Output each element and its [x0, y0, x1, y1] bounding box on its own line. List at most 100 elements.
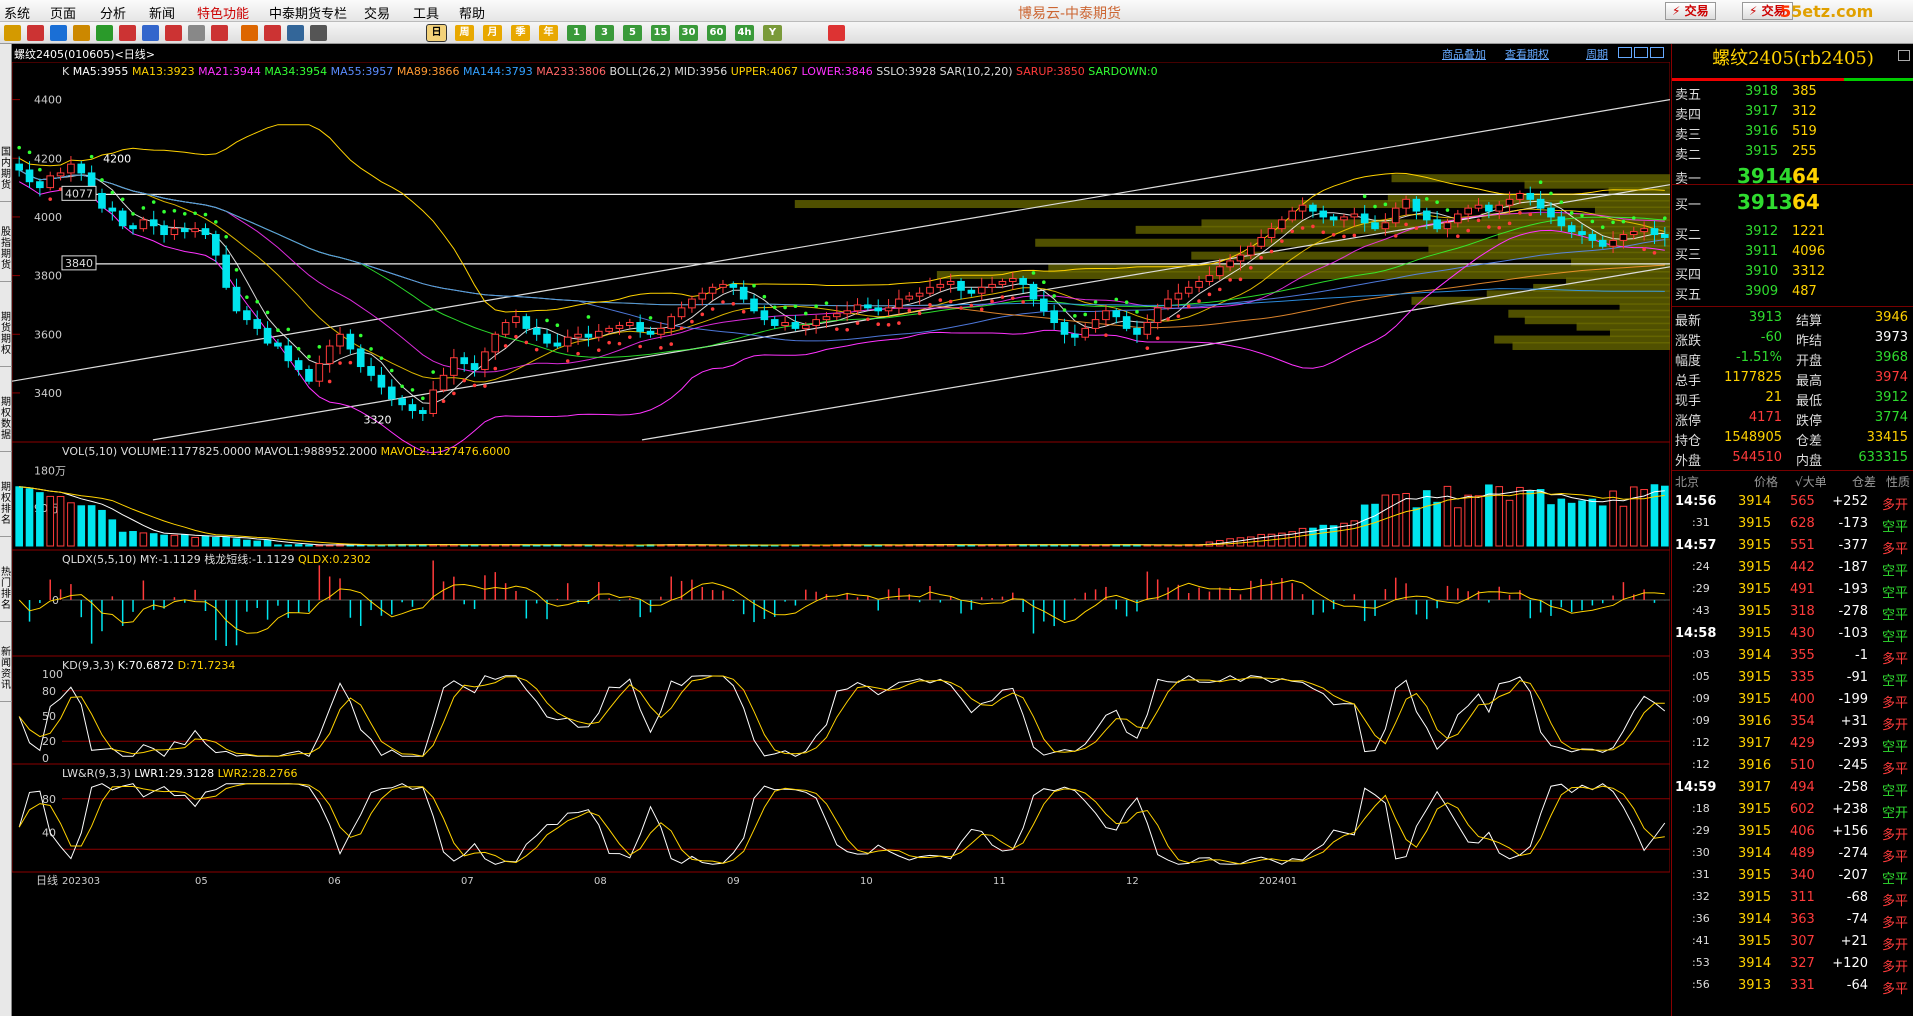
- tick-row[interactable]: :05 3915 335 -91 空平: [1672, 667, 1913, 689]
- ask-row[interactable]: 卖一 3914 64: [1672, 164, 1913, 188]
- tick-row[interactable]: 14:57 3915 551 -377 多平: [1672, 535, 1913, 557]
- period-button-日[interactable]: 日: [426, 24, 447, 42]
- view-options-link[interactable]: 查看期权: [1505, 46, 1549, 62]
- bid-row[interactable]: 买二 3912 1221: [1672, 222, 1913, 243]
- menu-tools[interactable]: 工具: [413, 3, 439, 22]
- side-tab-options-data[interactable]: 期权数据: [0, 394, 12, 452]
- tick-icon[interactable]: [310, 25, 327, 41]
- tick-row[interactable]: 14:59 3917 494 -258 空平: [1672, 777, 1913, 799]
- tick-row[interactable]: 14:56 3914 565 +252 多开: [1672, 491, 1913, 513]
- tick-row[interactable]: :09 3916 354 +31 多开: [1672, 711, 1913, 733]
- tick-row[interactable]: :29 3915 406 +156 多开: [1672, 821, 1913, 843]
- volume-bar: [1661, 485, 1669, 547]
- candle: [750, 298, 758, 312]
- side-tab-futures-options[interactable]: 期货期权: [0, 309, 12, 367]
- tick-row[interactable]: :09 3915 400 -199 多平: [1672, 689, 1913, 711]
- bid-row[interactable]: 买一 3913 64: [1672, 190, 1913, 214]
- menu-trade[interactable]: 交易: [364, 3, 390, 22]
- price-tag-label: 3840: [65, 257, 93, 270]
- tick-row[interactable]: :36 3914 363 -74 多平: [1672, 909, 1913, 931]
- split-icon[interactable]: [1634, 47, 1648, 58]
- tick-time: 14:56: [1675, 494, 1717, 509]
- period-button-1[interactable]: 1: [567, 25, 586, 41]
- side-tab-hot-ranking[interactable]: 热门排名: [0, 564, 12, 622]
- period-button-月[interactable]: 月: [483, 25, 502, 41]
- tick-row[interactable]: :12 3916 510 -245 多平: [1672, 755, 1913, 777]
- ask-row[interactable]: 卖五 3918 385: [1672, 82, 1913, 103]
- ask-row[interactable]: 卖四 3917 312: [1672, 102, 1913, 123]
- paint-icon[interactable]: [188, 25, 205, 41]
- period-button-30[interactable]: 30: [679, 25, 698, 41]
- menu-help[interactable]: 帮助: [459, 3, 485, 22]
- calendar-icon[interactable]: [828, 25, 845, 41]
- ask-row[interactable]: 卖三 3916 519: [1672, 122, 1913, 143]
- period-link[interactable]: 周期: [1586, 46, 1608, 62]
- candle: [470, 363, 479, 370]
- side-tab-news[interactable]: 新闻资讯: [0, 644, 12, 702]
- grid-icon[interactable]: [241, 25, 258, 41]
- bid-row[interactable]: 买四 3910 3312: [1672, 262, 1913, 283]
- period-button-60[interactable]: 60: [707, 25, 726, 41]
- tick-row[interactable]: :56 3913 331 -64 多平: [1672, 975, 1913, 997]
- menu-features[interactable]: 特色功能: [197, 3, 249, 22]
- period-button-15[interactable]: 15: [651, 25, 670, 41]
- tick-row[interactable]: :30 3914 489 -274 多平: [1672, 843, 1913, 865]
- refresh-icon[interactable]: [73, 25, 90, 41]
- expand-icon[interactable]: [1650, 47, 1664, 58]
- period-button-3[interactable]: 3: [595, 25, 614, 41]
- sar-dot: [793, 304, 798, 309]
- period-button-4h[interactable]: 4h: [735, 25, 754, 41]
- period-button-季[interactable]: 季: [511, 25, 530, 41]
- tick-row[interactable]: :03 3914 355 -1 多平: [1672, 645, 1913, 667]
- tick-row[interactable]: :43 3915 318 -278 空平: [1672, 601, 1913, 623]
- period-button-周[interactable]: 周: [455, 25, 474, 41]
- zoom-in-icon[interactable]: [96, 25, 113, 41]
- color-icon[interactable]: [142, 25, 159, 41]
- side-tab-index-futures[interactable]: 股指期货: [0, 224, 12, 282]
- side-tab-domestic-futures[interactable]: 国内期货: [0, 144, 12, 202]
- side-tab-options-ranking[interactable]: 期权排名: [0, 479, 12, 537]
- tick-row[interactable]: 14:58 3915 430 -103 空平: [1672, 623, 1913, 645]
- bid-row[interactable]: 买五 3909 487: [1672, 282, 1913, 303]
- menu-system[interactable]: 系统: [4, 3, 30, 22]
- tick-row[interactable]: :12 3917 429 -293 空平: [1672, 733, 1913, 755]
- tick-row[interactable]: :24 3915 442 -187 空平: [1672, 557, 1913, 579]
- menu-zhongtai-column[interactable]: 中泰期货专栏: [269, 3, 347, 22]
- tick-row[interactable]: :53 3914 327 +120 多开: [1672, 953, 1913, 975]
- sar-dot: [1497, 225, 1502, 230]
- sar-dot: [1176, 314, 1181, 318]
- menu-analysis[interactable]: 分析: [100, 3, 126, 22]
- tick-row[interactable]: :18 3915 602 +238 空开: [1672, 799, 1913, 821]
- tick-row[interactable]: :29 3915 491 -193 空平: [1672, 579, 1913, 601]
- back-icon[interactable]: [4, 25, 21, 41]
- stat-label: 跌停: [1796, 414, 1823, 429]
- tick-time: :41: [1692, 934, 1710, 947]
- overlay-commodity-link[interactable]: 商品叠加: [1442, 46, 1486, 62]
- trophy-icon[interactable]: [211, 25, 228, 41]
- sar-dot: [866, 317, 870, 322]
- tick-row[interactable]: :41 3915 307 +21 多开: [1672, 931, 1913, 953]
- bid-row[interactable]: 买三 3911 4096: [1672, 242, 1913, 263]
- candle: [36, 181, 44, 189]
- period-button-Y[interactable]: Y: [763, 25, 782, 41]
- ask-row[interactable]: 卖二 3915 255: [1672, 142, 1913, 163]
- home-icon[interactable]: [27, 25, 44, 41]
- tick-price: 3915: [1738, 582, 1772, 597]
- chart-area[interactable]: 3400 3600 3800 4000 4200 4400 4200 3320 4077 3840…: [12, 44, 1670, 1016]
- db-icon[interactable]: [50, 25, 67, 41]
- table-icon[interactable]: [264, 25, 281, 41]
- period-button-年[interactable]: 年: [539, 25, 558, 41]
- window-icon[interactable]: [1898, 50, 1910, 61]
- pen-icon[interactable]: [165, 25, 182, 41]
- tick-row[interactable]: :32 3915 311 -68 多平: [1672, 887, 1913, 909]
- chart-icon[interactable]: [287, 25, 304, 41]
- kline-chart-svg[interactable]: 3400 3600 3800 4000 4200 4400 4200 3320 4077 3840…: [12, 44, 1670, 1016]
- tick-row[interactable]: :31 3915 628 -173 空平: [1672, 513, 1913, 535]
- menu-page[interactable]: 页面: [50, 3, 76, 22]
- zoom-out-icon[interactable]: [119, 25, 136, 41]
- trade-button[interactable]: ⚡ 交易: [1665, 2, 1716, 20]
- menu-news[interactable]: 新闻: [149, 3, 175, 22]
- layout-icon[interactable]: [1618, 47, 1632, 58]
- period-button-5[interactable]: 5: [623, 25, 642, 41]
- tick-row[interactable]: :31 3915 340 -207 空平: [1672, 865, 1913, 887]
